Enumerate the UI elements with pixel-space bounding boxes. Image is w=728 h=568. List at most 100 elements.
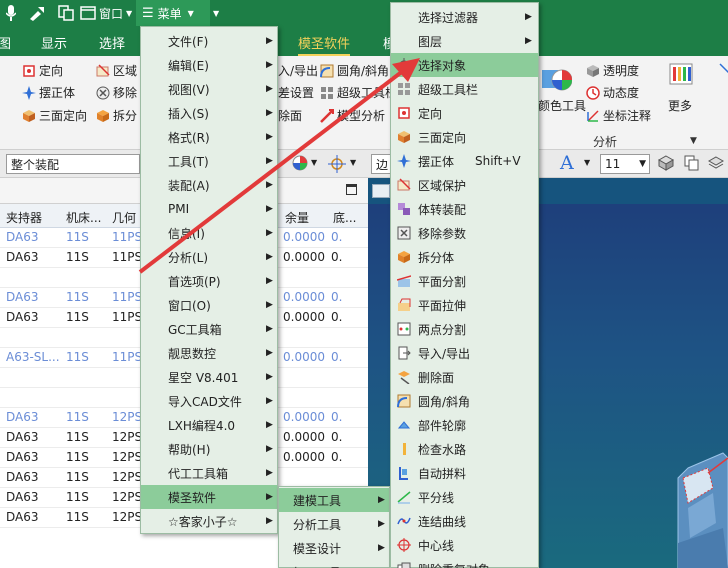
menu-item-label: 窗口(O) xyxy=(168,298,211,313)
tab-view-partial[interactable]: 图 xyxy=(0,33,11,52)
submenu-arrow-icon: ▶ xyxy=(266,420,273,430)
column-header[interactable]: 夹持器 xyxy=(6,209,42,226)
table-cell: DA63 xyxy=(6,410,39,424)
submenu-arrow-icon: ▶ xyxy=(378,495,385,505)
menu-item-label: 导入/导出 xyxy=(418,346,471,361)
modeling-menu-item[interactable]: 选择过滤器 ▶ xyxy=(391,5,538,29)
modeling-menu-item[interactable]: 平面拉伸 xyxy=(391,293,538,317)
mosheng-menu-item[interactable]: 模圣设计 ▶ xyxy=(279,536,389,560)
modeling-menu-item[interactable]: 圆角/斜角 xyxy=(391,389,538,413)
color-tool-icon[interactable] xyxy=(542,66,573,97)
submenu-arrow-icon: ▶ xyxy=(266,516,273,526)
mosheng-submenu: 建模工具 ▶ 分析工具 ▶ 模圣设计 ▶ 加工工具▶ xyxy=(278,486,390,568)
analysis-group-label: 分析 xyxy=(593,135,618,149)
more-icon[interactable] xyxy=(668,62,694,95)
modeling-menu-item[interactable]: 连结曲线 xyxy=(391,509,538,533)
color-tool-button[interactable]: 颜色工具 xyxy=(538,97,586,114)
modeling-menu-item[interactable]: 检查水路 xyxy=(391,437,538,461)
three-face-orient-button[interactable]: 三面定向 xyxy=(22,107,87,124)
table-cell: 11S xyxy=(66,290,89,304)
main-menu-label: 菜单 xyxy=(157,6,182,21)
submenu-arrow-icon: ▶ xyxy=(266,324,273,334)
main-menu-item[interactable]: 导入CAD文件 ▶ xyxy=(141,389,277,413)
main-menu-item[interactable]: 帮助(H) ▶ xyxy=(141,437,277,461)
font-size-value: 11 xyxy=(605,157,621,171)
delete-duplicate-icon xyxy=(397,562,411,568)
chevron-down-icon[interactable]: ▼ xyxy=(584,158,590,167)
table-cell: 0.0000 xyxy=(283,350,325,364)
import-export-icon xyxy=(397,346,411,360)
main-menu-button[interactable]: ☰ 菜单 ▼ xyxy=(136,0,210,26)
main-menu-item[interactable]: 靓思数控 ▶ xyxy=(141,341,277,365)
submenu-arrow-icon: ▶ xyxy=(266,36,273,46)
main-menu-item[interactable]: 窗口(O) ▶ xyxy=(141,293,277,317)
window-menu-button[interactable]: 窗口 ▼ xyxy=(80,3,132,23)
mosheng-menu-item[interactable]: 加工工具▶ xyxy=(279,560,389,568)
tools-icon[interactable] xyxy=(28,3,46,23)
main-menu-item[interactable]: ☆客家小子☆ ▶ xyxy=(141,509,277,533)
mosheng-menu-item[interactable]: 建模工具 ▶ xyxy=(279,488,389,512)
centerline-icon xyxy=(397,538,411,552)
tab-select[interactable]: 选择 xyxy=(99,33,125,52)
table-cell: 11S xyxy=(66,410,89,424)
copy-window-icon[interactable] xyxy=(58,3,74,23)
column-header[interactable]: 机床... xyxy=(66,209,101,226)
assembly-filter-select[interactable]: 整个装配 xyxy=(6,154,140,174)
color-tool-label: 颜色工具 xyxy=(538,99,587,113)
table-cell: 0. xyxy=(331,310,343,324)
align-body-button[interactable]: 摆正体 xyxy=(22,84,75,101)
submenu-arrow-icon: ▶ xyxy=(525,12,532,22)
table-cell: 0. xyxy=(331,430,343,444)
group-expand-icon[interactable]: ▼ xyxy=(690,136,697,146)
table-cell: 11S xyxy=(66,250,89,264)
table-cell: DA63 xyxy=(6,310,39,324)
table-cell: 0.0000 xyxy=(283,450,325,464)
three-face-icon xyxy=(22,109,36,123)
tab-display[interactable]: 显示 xyxy=(41,33,67,52)
table-cell: 11S xyxy=(66,490,89,504)
modeling-menu-item[interactable]: 自动拼料 xyxy=(391,461,538,485)
main-menu-item[interactable]: 模圣软件 ▶ xyxy=(141,485,277,509)
main-menu-item[interactable]: LXH编程4.0 ▶ xyxy=(141,413,277,437)
menu-item-label: 连结曲线 xyxy=(418,514,467,529)
coordinate-note-button[interactable]: 坐标注释 xyxy=(586,107,651,124)
table-cell: 11S xyxy=(66,430,89,444)
table-cell: 12PS xyxy=(112,410,143,424)
font-style-icon[interactable]: A xyxy=(560,152,574,174)
layer-icon[interactable] xyxy=(707,155,725,174)
transparency-button[interactable]: 透明度 xyxy=(586,62,639,79)
orient-button[interactable]: 定向 xyxy=(22,62,63,79)
more-button[interactable]: 更多 xyxy=(668,97,692,114)
modeling-menu-item[interactable]: 平分线 xyxy=(391,485,538,509)
main-menu-item[interactable]: GC工具箱 ▶ xyxy=(141,317,277,341)
modeling-menu-item[interactable]: 导入/导出 xyxy=(391,341,538,365)
table-cell: 12PS xyxy=(112,450,143,464)
table-cell: 0.0000 xyxy=(283,290,325,304)
submenu-arrow-icon: ▶ xyxy=(266,348,273,358)
table-cell: 12PS xyxy=(112,510,143,524)
remove-params-icon xyxy=(96,86,110,100)
copy-icon[interactable] xyxy=(684,155,700,174)
menu-item-label: 部件轮廓 xyxy=(418,418,467,433)
menu-item-label: 圆角/斜角 xyxy=(418,394,471,409)
main-menu-item[interactable]: 代工工具箱 ▶ xyxy=(141,461,277,485)
modeling-menu-item[interactable]: 删除面 xyxy=(391,365,538,389)
modeling-menu-item[interactable]: 中心线 xyxy=(391,533,538,557)
main-menu-item[interactable]: 星空 V8.401 ▶ xyxy=(141,365,277,389)
menu-item-label: 星空 V8.401 xyxy=(168,370,239,385)
dynamic-button[interactable]: 动态度 xyxy=(586,84,639,101)
render-mode-icon[interactable] xyxy=(657,155,675,174)
table-cell: A63-SL... xyxy=(6,350,60,364)
quick-access-dropdown[interactable]: ▼ xyxy=(213,3,219,23)
modeling-menu-item[interactable]: 两点分割 xyxy=(391,317,538,341)
transparency-icon xyxy=(586,64,600,78)
clock-icon xyxy=(586,85,600,100)
modeling-menu-item[interactable]: 部件轮廓 xyxy=(391,413,538,437)
modeling-menu-item[interactable]: 删除重复对象 xyxy=(391,557,538,568)
microphone-icon[interactable] xyxy=(6,3,16,23)
menu-item-label: 靓思数控 xyxy=(168,346,217,361)
font-size-select[interactable]: 11 ▼ xyxy=(600,154,650,174)
ribbon-edge-icon[interactable] xyxy=(718,62,728,76)
table-cell: 0. xyxy=(331,350,343,364)
mosheng-menu-item[interactable]: 分析工具 ▶ xyxy=(279,512,389,536)
